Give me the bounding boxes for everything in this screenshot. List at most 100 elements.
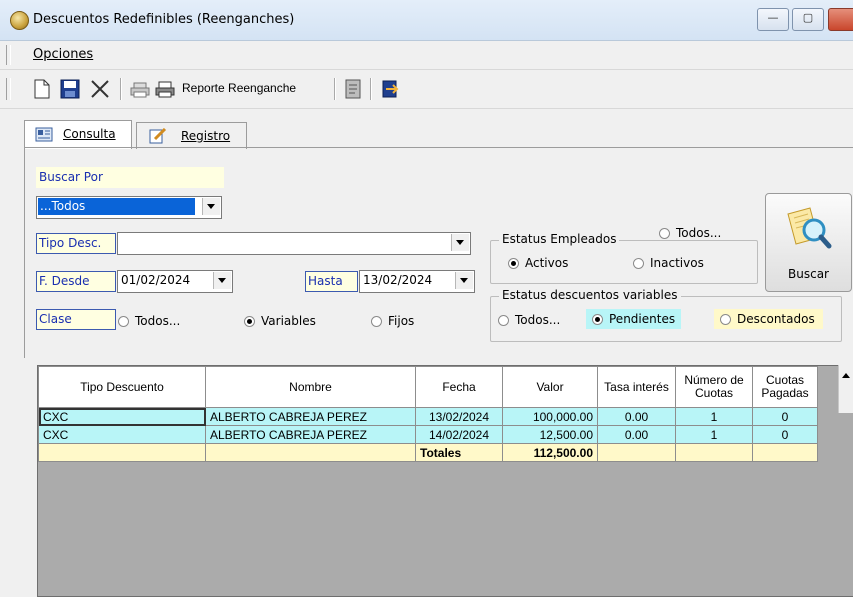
new-document-icon[interactable]	[34, 79, 50, 99]
totals-value: 112,500.00	[502, 443, 598, 462]
minimize-button[interactable]: —	[757, 8, 789, 31]
col-tasa-interes[interactable]: Tasa interés	[597, 366, 676, 408]
buscar-button-label: Buscar	[788, 267, 829, 281]
clase-fijos-label: Fijos	[388, 314, 415, 328]
reporte-reenganche-button[interactable]: Reporte Reenganche	[182, 81, 296, 95]
hasta-value: 13/02/2024	[363, 273, 433, 287]
hasta-label: Hasta	[305, 271, 358, 292]
radio-icon	[659, 227, 670, 239]
tab-registro[interactable]: Registro	[136, 122, 247, 149]
exit-door-icon[interactable]	[380, 79, 400, 99]
menu-grip	[6, 45, 11, 65]
close-button[interactable]	[828, 8, 853, 31]
minimize-icon: —	[767, 11, 779, 24]
radio-icon	[592, 313, 603, 325]
toolbar: Reporte Reenganche	[0, 70, 853, 109]
toolbar-separator	[120, 78, 122, 100]
tipo-desc-label: Tipo Desc.	[36, 233, 116, 254]
cell-fecha[interactable]: 13/02/2024	[415, 407, 503, 426]
table-header-row: Tipo Descuento Nombre Fecha Valor Tasa i…	[38, 366, 818, 408]
print-icon[interactable]	[155, 79, 175, 99]
totals-empty-cell	[205, 443, 416, 462]
cell-tipo[interactable]: CXC	[38, 407, 206, 426]
totals-row: Totales 112,500.00	[38, 443, 818, 462]
col-nombre[interactable]: Nombre	[205, 366, 416, 408]
menu-opciones-label: Opciones	[33, 47, 94, 62]
maximize-button[interactable]: ▢	[792, 8, 824, 31]
chevron-down-icon[interactable]	[213, 272, 231, 289]
totals-empty-cell	[752, 443, 818, 462]
chevron-down-icon[interactable]	[451, 234, 469, 251]
cell-cuotas-pagadas[interactable]: 0	[752, 407, 818, 426]
col-cuotas-pagadas[interactable]: Cuotas Pagadas	[752, 366, 818, 408]
estatus-empleados-inactivos-radio[interactable]: Inactivos	[633, 256, 704, 270]
table-row[interactable]: CXC ALBERTO CABREJA PEREZ 13/02/2024 100…	[38, 407, 818, 426]
col-valor[interactable]: Valor	[502, 366, 598, 408]
cell-nombre[interactable]: ALBERTO CABREJA PEREZ	[205, 425, 416, 444]
cell-cuotas-pagadas[interactable]: 0	[752, 425, 818, 444]
radio-icon	[371, 315, 382, 327]
clase-variables-radio[interactable]: Variables	[244, 314, 316, 328]
scroll-up-icon[interactable]	[842, 373, 850, 378]
table-row[interactable]: CXC ALBERTO CABREJA PEREZ 14/02/2024 12,…	[38, 425, 818, 444]
tab-consulta[interactable]: Consulta	[24, 120, 132, 149]
radio-icon	[633, 257, 644, 269]
clase-fijos-radio[interactable]: Fijos	[371, 314, 414, 328]
window-title: Descuentos Redefinibles (Reenganches)	[33, 12, 295, 27]
notes-icon[interactable]	[344, 79, 362, 99]
estatus-empleados-todos-radio[interactable]: Todos...	[656, 226, 725, 240]
f-desde-label: F. Desde	[36, 271, 116, 292]
col-numero-cuotas[interactable]: Número de Cuotas	[675, 366, 753, 408]
hasta-date[interactable]: 13/02/2024	[359, 270, 475, 293]
delete-x-icon[interactable]	[90, 79, 110, 99]
results-grid[interactable]: Tipo Descuento Nombre Fecha Valor Tasa i…	[37, 365, 853, 597]
cell-tasa[interactable]: 0.00	[597, 407, 676, 426]
estatus-empleados-title: Estatus Empleados	[499, 232, 620, 246]
chevron-down-icon[interactable]	[455, 272, 473, 289]
cell-num-cuotas[interactable]: 1	[675, 425, 753, 444]
cell-fecha[interactable]: 14/02/2024	[415, 425, 503, 444]
buscar-magnifier-icon	[787, 207, 832, 249]
menu-opciones[interactable]: Opciones	[33, 47, 93, 62]
radio-icon	[118, 315, 129, 327]
cell-num-cuotas[interactable]: 1	[675, 407, 753, 426]
toolbar-separator	[370, 78, 372, 100]
toolbar-grip	[6, 78, 11, 100]
totals-empty-cell	[597, 443, 676, 462]
estatus-empleados-activos-radio[interactable]: Activos	[508, 256, 568, 270]
toolbar-separator	[334, 78, 336, 100]
estatus-descuentos-todos-label: Todos...	[515, 313, 561, 327]
registro-tab-icon	[149, 128, 167, 144]
cell-valor[interactable]: 12,500.00	[502, 425, 598, 444]
buscar-button[interactable]: Buscar	[765, 193, 852, 292]
save-disk-icon[interactable]	[60, 79, 80, 99]
cell-tipo[interactable]: CXC	[38, 425, 206, 444]
clase-todos-radio[interactable]: Todos...	[118, 314, 180, 328]
cell-nombre[interactable]: ALBERTO CABREJA PEREZ	[205, 407, 416, 426]
estatus-descuentos-title: Estatus descuentos variables	[499, 288, 681, 302]
buscar-por-select[interactable]: ...Todos	[36, 196, 222, 219]
estatus-descuentos-descontados-label: Descontados	[737, 312, 815, 326]
clase-label: Clase	[36, 309, 116, 330]
cell-tasa[interactable]: 0.00	[597, 425, 676, 444]
print-preview-icon[interactable]	[130, 79, 150, 99]
clase-variables-label: Variables	[261, 314, 316, 328]
radio-icon	[244, 315, 255, 327]
grid-scrollbar[interactable]	[838, 365, 853, 413]
buscar-por-value: ...Todos	[40, 199, 86, 213]
chevron-down-icon[interactable]	[202, 198, 220, 215]
col-tipo-descuento[interactable]: Tipo Descuento	[38, 366, 206, 408]
tipo-desc-select[interactable]	[117, 232, 471, 255]
tab-registro-label: Registro	[181, 129, 231, 143]
estatus-descuentos-descontados-radio[interactable]: Descontados	[714, 309, 823, 329]
estatus-descuentos-pendientes-radio[interactable]: Pendientes	[586, 309, 682, 329]
estatus-empleados-activos-label: Activos	[525, 256, 569, 270]
buscar-por-label: Buscar Por	[36, 167, 224, 188]
estatus-descuentos-todos-radio[interactable]: Todos...	[498, 313, 560, 327]
cell-valor[interactable]: 100,000.00	[502, 407, 598, 426]
col-fecha[interactable]: Fecha	[415, 366, 503, 408]
title-bar: Descuentos Redefinibles (Reenganches) — …	[0, 0, 853, 41]
f-desde-date[interactable]: 01/02/2024	[117, 270, 233, 293]
radio-icon	[720, 313, 731, 325]
f-desde-value: 01/02/2024	[121, 273, 191, 287]
